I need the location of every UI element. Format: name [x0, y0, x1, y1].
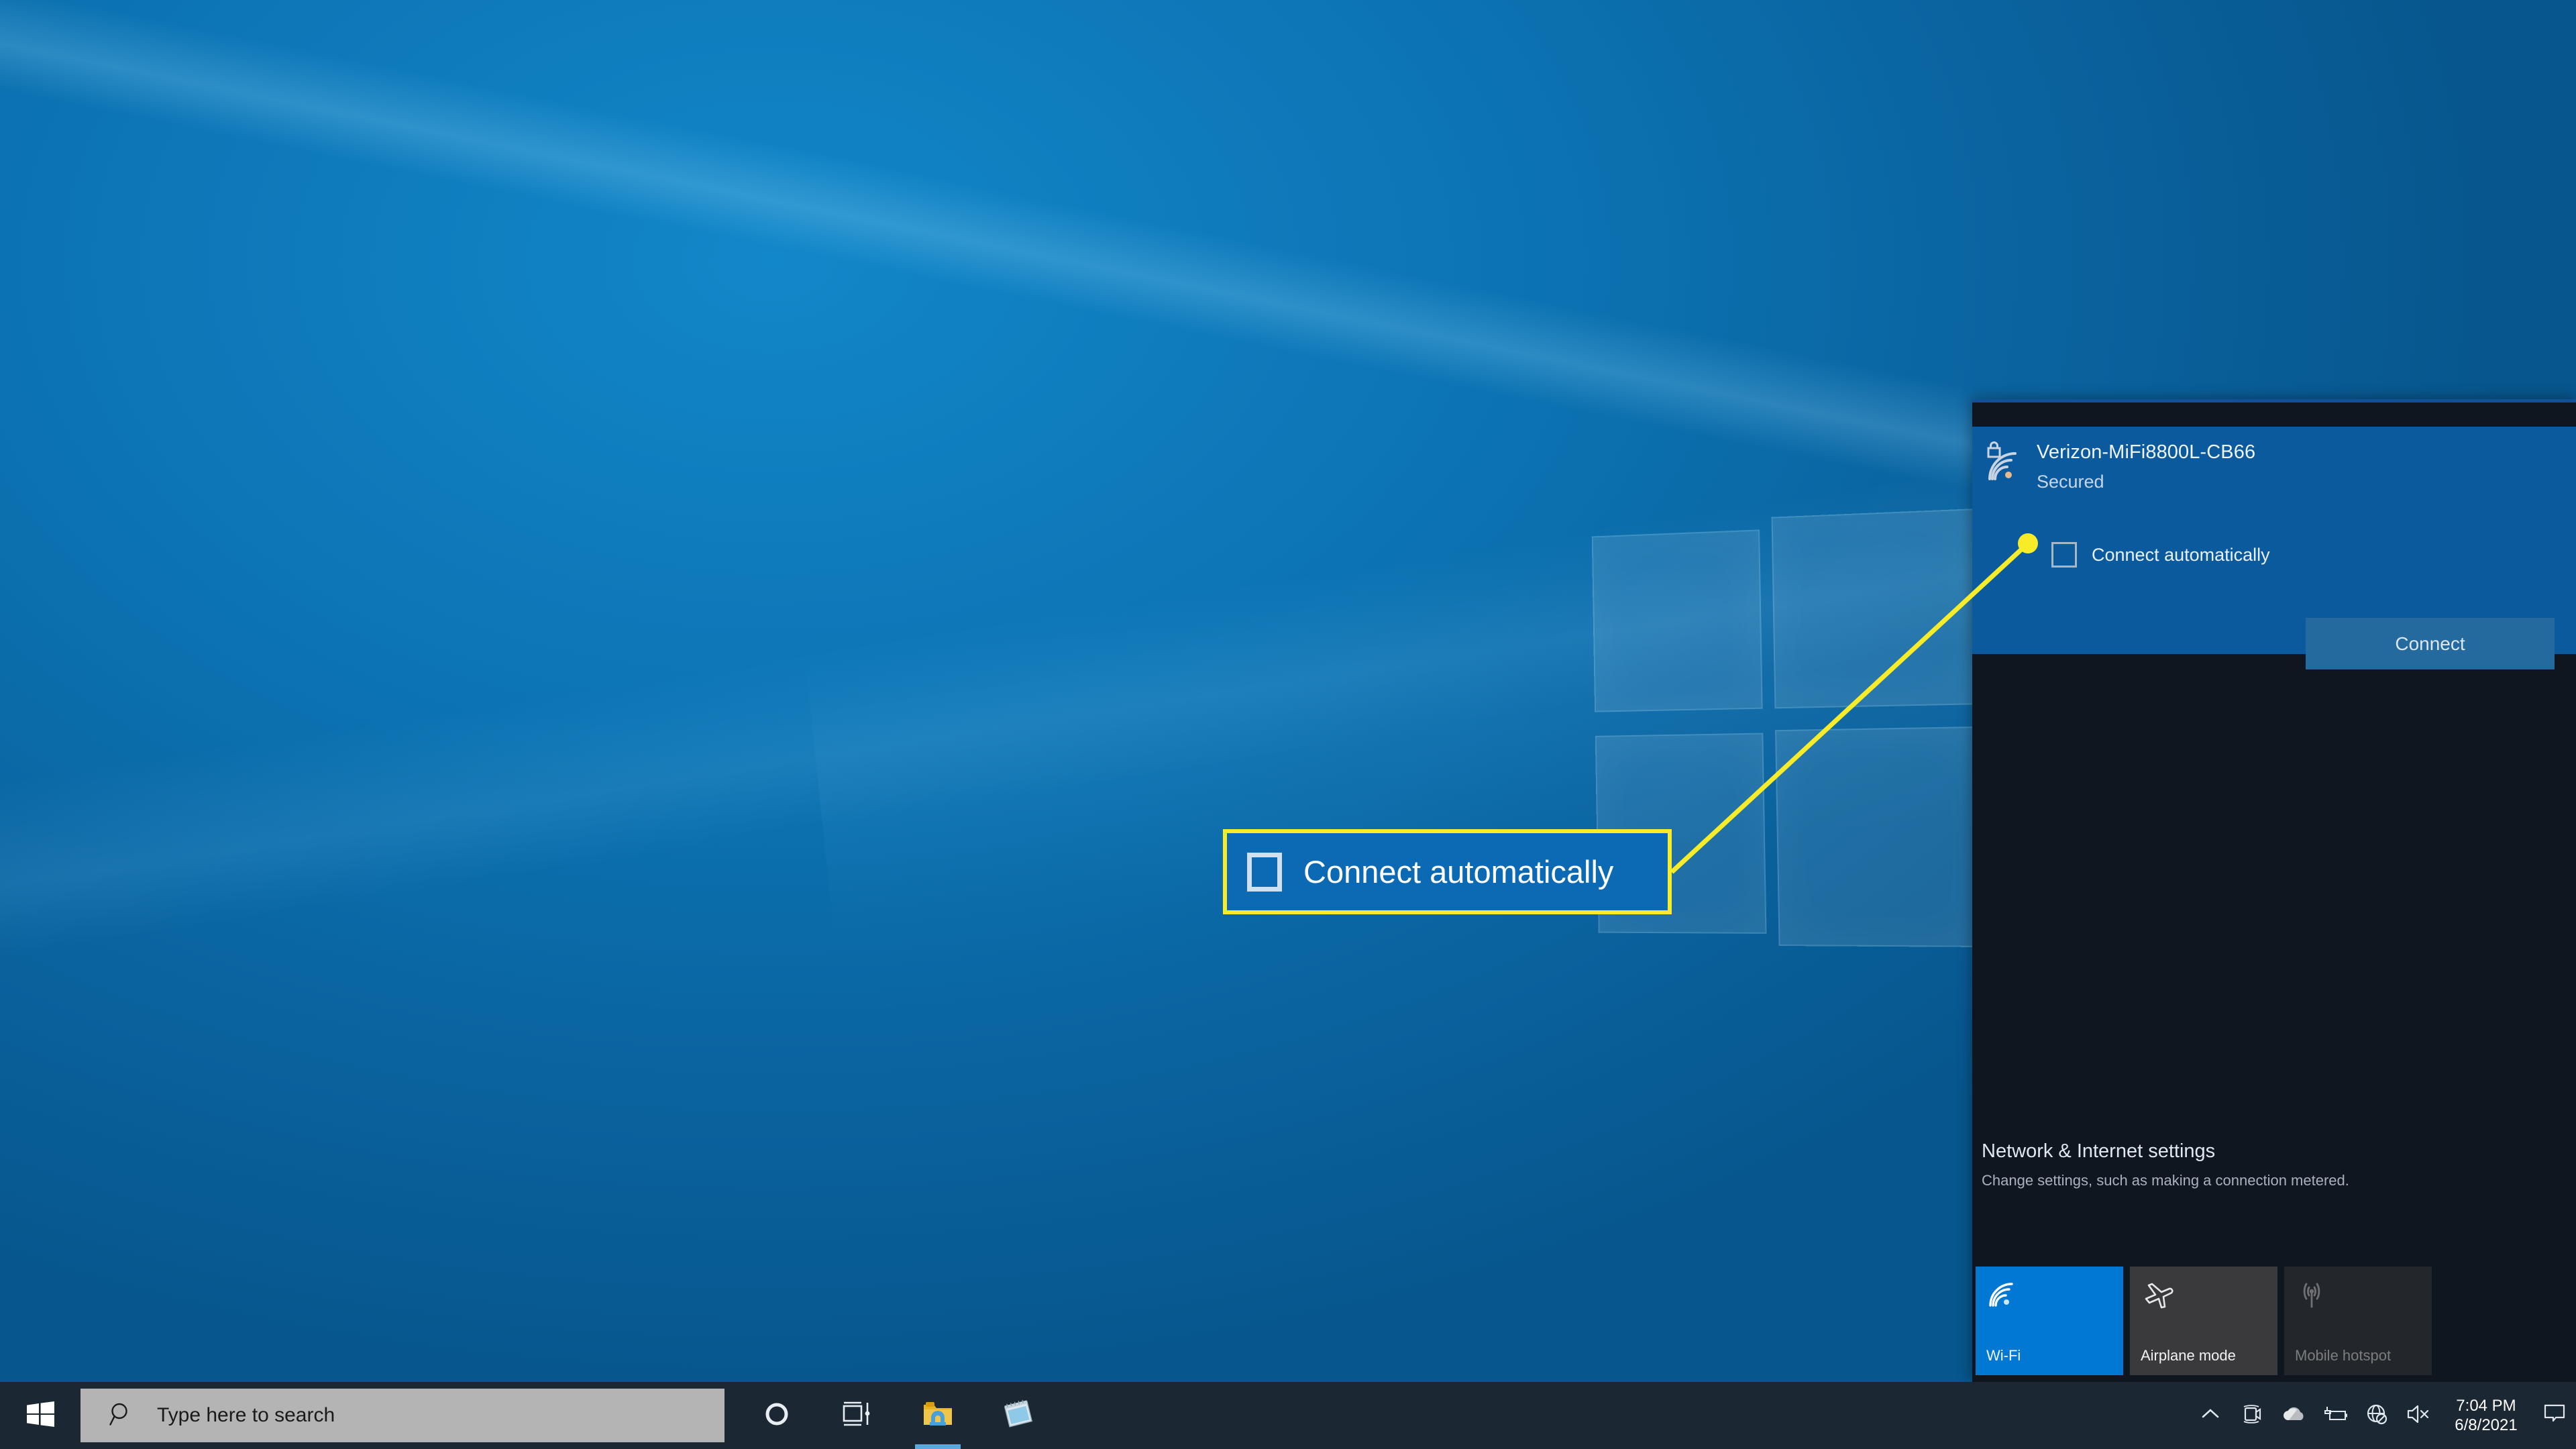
selected-network-card[interactable]: Verizon-MiFi8800L-CB66 Secured Connect a… [1972, 427, 2576, 669]
network-security-label: Secured [2037, 472, 2104, 492]
taskbar-active-indicator [915, 1444, 961, 1449]
taskbar-file-explorer-button[interactable] [898, 1382, 978, 1449]
search-placeholder-text: Type here to search [157, 1404, 335, 1426]
network-ssid-label: Verizon-MiFi8800L-CB66 [2037, 441, 2256, 463]
airplane-icon [2141, 1279, 2267, 1313]
connect-automatically-row[interactable]: Connect automatically [2051, 542, 2270, 568]
action-center-button[interactable] [2533, 1382, 2576, 1449]
cortana-icon [762, 1399, 792, 1432]
wifi-secured-icon [1984, 441, 2023, 483]
network-settings-title: Network & Internet settings [1982, 1140, 2216, 1162]
system-tray: 7:04 PM 6/8/2021 [2190, 1382, 2576, 1449]
hotspot-icon [2295, 1279, 2421, 1313]
quick-tile-airplane-label: Airplane mode [2141, 1347, 2236, 1364]
annotation-checkbox-icon [1247, 852, 1282, 892]
taskbar-cortana-button[interactable] [737, 1382, 817, 1449]
camera-icon [2240, 1402, 2264, 1430]
onedrive-icon [2281, 1404, 2306, 1428]
quick-tile-airplane-mode[interactable]: Airplane mode [2130, 1267, 2277, 1375]
annotation-callout-label: Connect automatically [1303, 854, 1614, 890]
clock-time: 7:04 PM [2456, 1396, 2516, 1415]
quick-tile-hotspot-label: Mobile hotspot [2295, 1347, 2392, 1364]
network-no-internet-icon [2365, 1402, 2389, 1430]
tray-onedrive-button[interactable] [2273, 1382, 2314, 1449]
panel-top-strip [1972, 402, 2576, 427]
connect-automatically-checkbox[interactable] [2051, 542, 2077, 568]
action-center-icon [2543, 1403, 2566, 1429]
connect-automatically-label: Connect automatically [2092, 544, 2270, 565]
search-input[interactable]: Type here to search [80, 1389, 724, 1442]
quick-action-tiles: Wi-Fi Airplane mode Mobile hotspot [1976, 1267, 2432, 1375]
file-explorer-icon [922, 1399, 954, 1432]
quick-tile-mobile-hotspot[interactable]: Mobile hotspot [2284, 1267, 2432, 1375]
quick-tile-wifi[interactable]: Wi-Fi [1976, 1267, 2123, 1375]
connect-button[interactable]: Connect [2306, 618, 2555, 669]
annotation-callout-box: Connect automatically [1223, 829, 1672, 914]
search-icon [109, 1401, 134, 1430]
quick-tile-wifi-label: Wi-Fi [1986, 1347, 2021, 1364]
battery-charging-icon [2322, 1403, 2349, 1428]
wifi-icon [1986, 1279, 2112, 1313]
volume-muted-icon [2406, 1403, 2431, 1428]
tray-battery-button[interactable] [2314, 1382, 2356, 1449]
chevron-up-icon [2199, 1403, 2222, 1429]
network-internet-settings-link[interactable]: Network & Internet settings Change setti… [1982, 1140, 2565, 1189]
show-hidden-icons-button[interactable] [2190, 1382, 2231, 1449]
task-view-icon [842, 1400, 873, 1432]
network-flyout-panel[interactable]: Verizon-MiFi8800L-CB66 Secured Connect a… [1972, 399, 2576, 1382]
tray-volume-button[interactable] [2398, 1382, 2439, 1449]
sticky-notes-icon [1002, 1399, 1034, 1432]
network-settings-subtitle: Change settings, such as making a connec… [1982, 1172, 2349, 1189]
taskbar-clock[interactable]: 7:04 PM 6/8/2021 [2439, 1382, 2533, 1449]
windows-start-icon [25, 1399, 55, 1432]
clock-date: 6/8/2021 [2455, 1416, 2518, 1434]
taskbar-sticky-notes-button[interactable] [978, 1382, 1059, 1449]
tray-camera-button[interactable] [2231, 1382, 2273, 1449]
tray-network-button[interactable] [2356, 1382, 2398, 1449]
taskbar-task-view-button[interactable] [817, 1382, 898, 1449]
taskbar: Type here to search 7:04 PM 6/8/2021 [0, 1382, 2576, 1449]
start-button[interactable] [0, 1382, 80, 1449]
